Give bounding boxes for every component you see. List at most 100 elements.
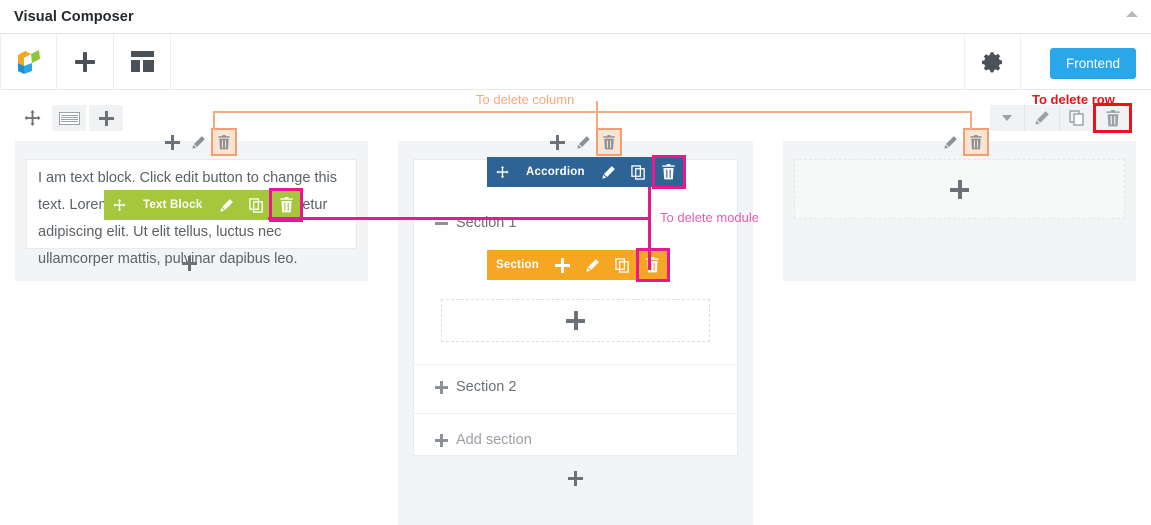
module-clone-button[interactable] xyxy=(241,190,271,220)
trash-icon xyxy=(662,164,675,180)
annotation-column-stem-mid xyxy=(596,111,598,130)
row-clone-button[interactable] xyxy=(1060,105,1095,131)
move-arrows-icon xyxy=(24,109,40,126)
page-title: Visual Composer xyxy=(14,8,134,25)
column-1-add-bottom[interactable] xyxy=(182,256,197,271)
row-move-handle[interactable] xyxy=(15,105,49,131)
plus-icon xyxy=(435,380,448,394)
move-arrows-icon xyxy=(495,165,509,178)
column-2-controls xyxy=(545,128,622,156)
section-1-drop-zone[interactable] xyxy=(441,299,710,342)
section-add-button[interactable] xyxy=(548,250,578,280)
add-template-button[interactable] xyxy=(114,33,171,90)
pencil-icon xyxy=(191,135,205,149)
column-edit-button[interactable] xyxy=(571,129,595,155)
annotation-column-bracket-top xyxy=(213,111,972,113)
minus-icon xyxy=(435,221,448,225)
add-element-button[interactable] xyxy=(57,33,114,90)
section-delete-button[interactable] xyxy=(635,248,670,282)
column-add-button[interactable] xyxy=(160,129,184,155)
add-section-label: Add section xyxy=(456,432,532,448)
plus-icon xyxy=(555,257,571,273)
text-line: I am text block. Click edit button to ch… xyxy=(38,170,338,186)
column-add-button[interactable] xyxy=(545,129,569,155)
section-clone-button[interactable] xyxy=(608,250,638,280)
section-label: Section 2 xyxy=(456,379,517,395)
annotation-column-stem-left xyxy=(213,111,215,130)
row-edit-button[interactable] xyxy=(1025,105,1060,131)
column-3-drop-zone[interactable] xyxy=(794,159,1125,219)
pencil-icon xyxy=(602,165,616,179)
plus-icon xyxy=(182,256,197,271)
column-edit-button[interactable] xyxy=(186,129,210,155)
annotation-column-stem-right xyxy=(970,111,972,130)
plus-icon xyxy=(950,179,969,199)
editor-toolbar: Frontend xyxy=(0,33,1151,90)
annotation-label-delete-module: To delete module xyxy=(660,210,760,225)
settings-button[interactable] xyxy=(964,34,1021,90)
trash-icon xyxy=(970,134,982,149)
module-label: Section xyxy=(496,259,539,271)
grid-layout-icon xyxy=(58,111,80,125)
accordion-module-bar: Accordion xyxy=(487,155,686,189)
module-delete-button[interactable] xyxy=(269,188,304,222)
accordion-divider xyxy=(413,413,738,414)
visual-composer-window: Visual Composer Frontend I am text block… xyxy=(0,0,1151,525)
triangle-up-icon xyxy=(1126,11,1138,17)
module-move-handle[interactable] xyxy=(104,190,134,220)
module-move-handle[interactable] xyxy=(487,157,517,187)
section-module-bar: Section xyxy=(487,248,670,282)
accordion-add-section[interactable]: Add section xyxy=(435,432,532,448)
copy-icon xyxy=(1069,110,1084,126)
frontend-button[interactable]: Frontend xyxy=(1049,48,1136,79)
copy-icon xyxy=(631,164,645,180)
annotation-label-delete-row: To delete row xyxy=(1032,92,1115,107)
plus-icon xyxy=(74,51,96,73)
text-block-module-bar: Text Block xyxy=(104,188,304,222)
editor-canvas: I am text block. Click edit button to ch… xyxy=(0,91,1151,525)
column-delete-button[interactable] xyxy=(963,128,989,156)
window-titlebar: Visual Composer xyxy=(0,0,1151,34)
accordion-divider xyxy=(413,364,738,365)
accordion-section-2-header[interactable]: Section 2 xyxy=(435,379,516,395)
module-edit-button[interactable] xyxy=(594,157,624,187)
row-dropdown-button[interactable] xyxy=(990,105,1025,131)
row-layout-button[interactable] xyxy=(52,105,86,131)
plus-icon xyxy=(568,471,583,486)
pencil-icon xyxy=(943,135,957,149)
column-1-controls xyxy=(160,128,237,156)
annotation-module-connector-horizontal xyxy=(268,217,651,220)
pencil-icon xyxy=(576,135,590,149)
trash-icon xyxy=(280,197,293,213)
trash-icon xyxy=(1105,109,1120,126)
row-add-button[interactable] xyxy=(89,105,123,131)
copy-icon xyxy=(615,257,630,273)
visual-composer-logo xyxy=(10,43,48,81)
annotation-module-connector-vertical xyxy=(648,187,651,270)
trash-icon xyxy=(218,134,230,149)
module-edit-button[interactable] xyxy=(211,190,241,220)
copy-icon xyxy=(249,197,263,213)
trash-icon xyxy=(603,134,615,149)
section-edit-button[interactable] xyxy=(578,250,608,280)
column-edit-button[interactable] xyxy=(938,129,962,155)
module-delete-button[interactable] xyxy=(651,155,686,189)
plus-icon xyxy=(566,311,585,330)
gear-icon xyxy=(981,52,1002,73)
annotation-column-stem-up xyxy=(596,101,598,112)
column-delete-button[interactable] xyxy=(596,128,622,156)
plus-icon xyxy=(435,433,448,447)
pencil-icon xyxy=(1035,111,1049,125)
row-delete-button[interactable] xyxy=(1093,103,1132,133)
collapse-toggle-icon[interactable] xyxy=(1126,11,1138,23)
move-arrows-icon xyxy=(112,198,126,211)
module-label: Accordion xyxy=(526,166,585,178)
module-clone-button[interactable] xyxy=(624,157,654,187)
column-delete-button[interactable] xyxy=(211,128,237,156)
annotation-label-delete-column: To delete column xyxy=(476,92,575,107)
column-2-add-bottom[interactable] xyxy=(568,471,583,486)
logo-button[interactable] xyxy=(0,33,57,90)
pencil-icon xyxy=(220,198,233,212)
module-label: Text Block xyxy=(143,199,203,211)
chevron-down-icon xyxy=(1002,115,1012,121)
